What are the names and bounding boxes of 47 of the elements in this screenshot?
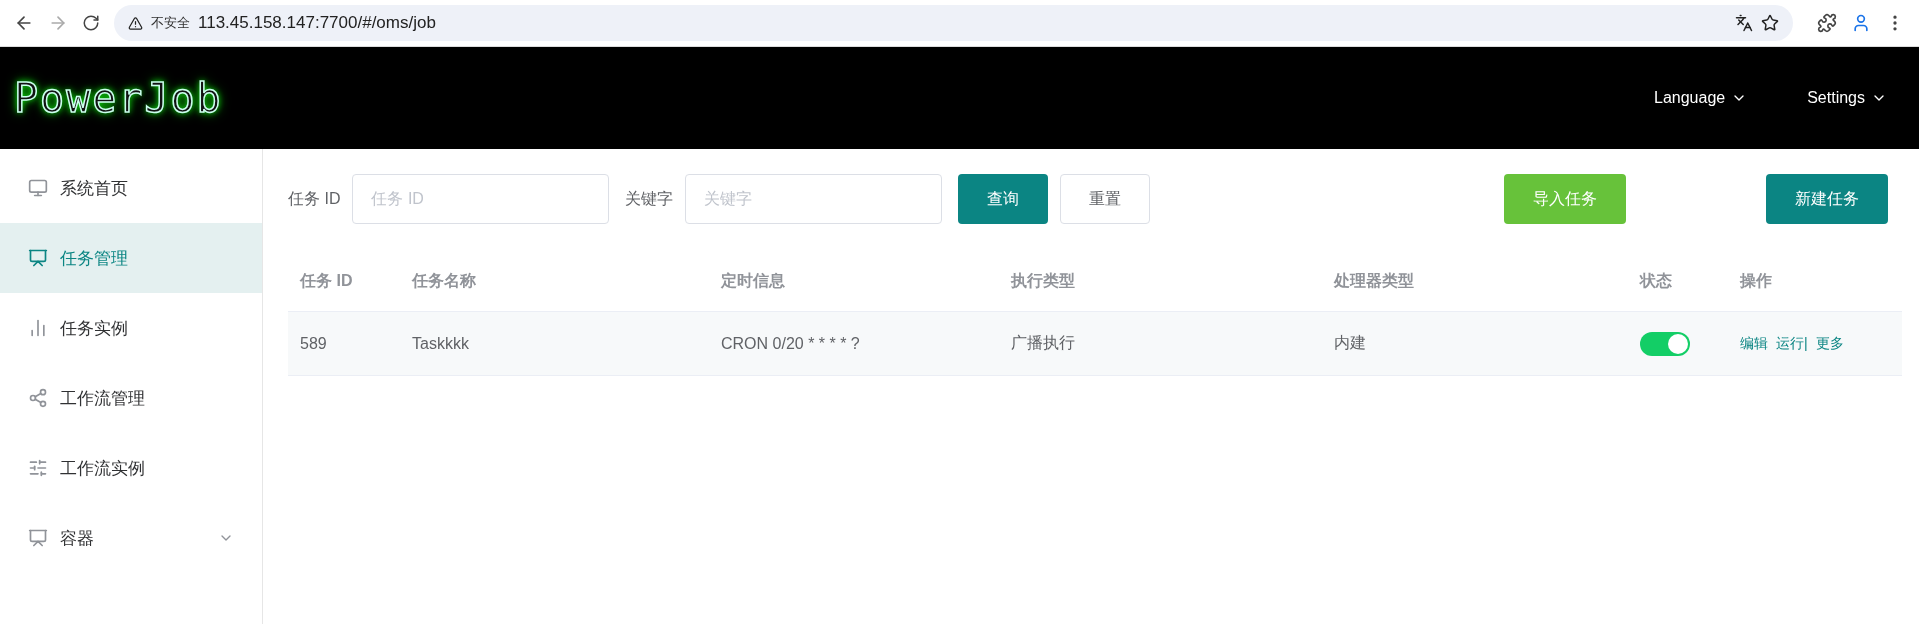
header-menu[interactable]: Settings — [1807, 89, 1887, 107]
sliders-icon — [28, 458, 48, 478]
star-icon[interactable] — [1761, 14, 1779, 32]
action-link[interactable]: 更多 — [1815, 334, 1844, 353]
search-button[interactable]: 查询 — [958, 174, 1049, 224]
security-label: 不安全 — [151, 14, 190, 32]
sidebar-item[interactable]: 任务管理 — [0, 223, 262, 293]
bar-chart-icon — [28, 318, 48, 338]
column-header: 定时信息 — [720, 270, 786, 291]
sidebar-item[interactable]: 系统首页 — [0, 153, 262, 223]
status-toggle[interactable] — [1640, 331, 1690, 356]
table-cell-text: 内建 — [1333, 333, 1367, 353]
reset-button[interactable]: 重置 — [1060, 174, 1151, 224]
address-bar[interactable]: 不安全 113.45.158.147:7700/#/oms/job — [114, 5, 1793, 41]
translate-icon[interactable] — [1735, 14, 1753, 32]
sidebar-item[interactable]: 工作流管理 — [0, 363, 262, 433]
table-cell-text: 广播执行 — [1010, 333, 1076, 353]
create-button[interactable]: 新建任务 — [1766, 174, 1889, 224]
logo: PowerJob — [14, 75, 223, 121]
column-header: 处理器类型 — [1332, 270, 1415, 291]
share-icon — [28, 388, 48, 408]
filter-input[interactable]: 任务 ID — [352, 174, 610, 224]
sidebar-item[interactable]: 任务实例 — [0, 293, 262, 363]
reload-icon[interactable] — [82, 14, 100, 32]
column-header: 任务 ID — [298, 270, 354, 291]
warning-icon — [128, 15, 143, 31]
action-link[interactable]: 编辑 — [1740, 334, 1768, 353]
filter-label: 任务 ID — [288, 188, 341, 209]
table-cell-text: 589 — [299, 334, 328, 353]
table-cell-text: CRON 0/20 * * * * ? — [720, 334, 861, 353]
url-text: 113.45.158.147:7700/#/oms/job — [198, 13, 436, 33]
column-header: 任务名称 — [410, 270, 477, 291]
profile-icon[interactable] — [1851, 13, 1871, 33]
column-header: 操作 — [1738, 270, 1773, 291]
monitor-icon — [28, 178, 48, 198]
presentation-board-icon — [28, 528, 48, 548]
filter-input[interactable]: 关键字 — [685, 174, 943, 224]
sidebar-item[interactable]: 工作流实例 — [0, 433, 262, 503]
column-header: 状态 — [1638, 270, 1673, 291]
header-menu[interactable]: Language — [1654, 89, 1748, 107]
sidebar-item[interactable]: 容器 — [0, 503, 262, 573]
column-header: 执行类型 — [1009, 270, 1076, 291]
extensions-icon[interactable] — [1817, 13, 1837, 33]
filter-label: 关键字 — [625, 188, 674, 209]
action-link[interactable]: 运行| — [1776, 334, 1808, 353]
table-cell-text: Taskkkk — [411, 334, 470, 353]
presentation-board-icon — [28, 248, 48, 268]
